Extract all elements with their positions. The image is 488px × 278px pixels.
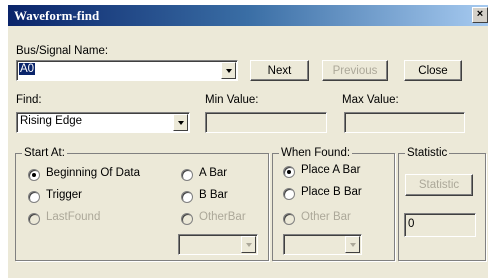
statistic-field[interactable]: 0 (404, 213, 476, 237)
option-place-a-bar: Place A Bar (301, 164, 361, 176)
chevron-down-icon[interactable] (173, 114, 188, 131)
option-trigger: Trigger (46, 189, 82, 201)
bus-signal-select[interactable]: A0 (16, 60, 238, 81)
statistic-group: Statistic Statistic 0 (398, 147, 486, 261)
statistic-value: 0 (408, 218, 415, 230)
radio-b-bar[interactable] (181, 191, 193, 203)
radio-beginning-of-data[interactable] (28, 169, 40, 181)
chevron-down-icon[interactable] (241, 236, 256, 253)
radio-a-bar[interactable] (181, 169, 193, 181)
title-bar: Waveform-find × (8, 5, 488, 26)
find-label: Find: (16, 94, 42, 106)
statistic-legend: Statistic (405, 147, 450, 159)
chevron-down-icon[interactable] (221, 62, 236, 79)
dialog-panel: Bus/Signal Name: A0 Next Previous Close … (8, 26, 488, 278)
min-value-field[interactable] (205, 112, 327, 133)
option-place-b-bar: Place B Bar (301, 186, 362, 198)
statistic-button[interactable]: Statistic (405, 174, 473, 196)
option-other-bar: Other Bar (301, 211, 351, 223)
next-button[interactable]: Next (250, 60, 309, 81)
radio-trigger[interactable] (28, 191, 40, 203)
max-value-field[interactable] (344, 112, 465, 133)
chevron-down-icon[interactable] (345, 236, 360, 253)
bus-signal-label: Bus/Signal Name: (16, 45, 109, 57)
other-bar-select[interactable] (283, 234, 362, 255)
min-value-label: Min Value: (205, 94, 259, 106)
start-at-group: Start At: Beginning Of Data Trigger Last… (15, 147, 269, 261)
when-found-group: When Found: Place A Bar Place B Bar Othe… (272, 147, 395, 261)
radio-lastfound[interactable] (28, 213, 40, 225)
when-found-legend: When Found: (279, 147, 353, 159)
previous-button[interactable]: Previous (322, 60, 388, 81)
option-a-bar: A Bar (199, 167, 228, 179)
option-b-bar: B Bar (199, 189, 228, 201)
option-lastfound: LastFound (46, 211, 101, 223)
radio-place-b-bar[interactable] (283, 188, 295, 200)
option-otherbar: OtherBar (199, 211, 246, 223)
bus-signal-value: A0 (19, 63, 36, 75)
radio-otherbar[interactable] (181, 213, 193, 225)
close-icon[interactable]: × (472, 7, 488, 23)
radio-place-a-bar[interactable] (283, 166, 295, 178)
close-button[interactable]: Close (404, 60, 462, 81)
start-at-legend: Start At: (22, 147, 67, 159)
find-value: Rising Edge (20, 115, 83, 127)
option-beginning-of-data: Beginning Of Data (46, 167, 140, 179)
find-select[interactable]: Rising Edge (16, 112, 190, 133)
window-title: Waveform-find (14, 8, 100, 23)
radio-other-bar[interactable] (283, 213, 295, 225)
max-value-label: Max Value: (342, 94, 399, 106)
otherbar-select[interactable] (178, 234, 258, 255)
